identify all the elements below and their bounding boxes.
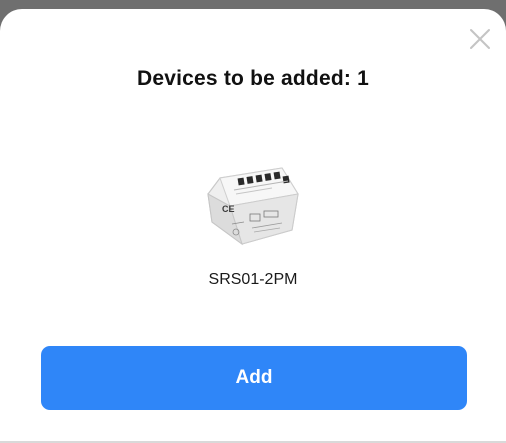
close-button[interactable] (468, 27, 492, 51)
add-button[interactable]: Add (41, 346, 467, 410)
add-devices-sheet: Devices to be added: 1 CE SRS01-2PM Add (0, 9, 506, 443)
device-image: CE (202, 164, 304, 252)
dialog-title: Devices to be added: 1 (137, 67, 369, 90)
svg-text:CE: CE (222, 204, 235, 214)
smart-relay-module-icon: CE (207, 167, 299, 246)
close-icon (470, 29, 490, 49)
add-button-label: Add (235, 367, 273, 388)
device-name: SRS01-2PM (208, 271, 298, 288)
